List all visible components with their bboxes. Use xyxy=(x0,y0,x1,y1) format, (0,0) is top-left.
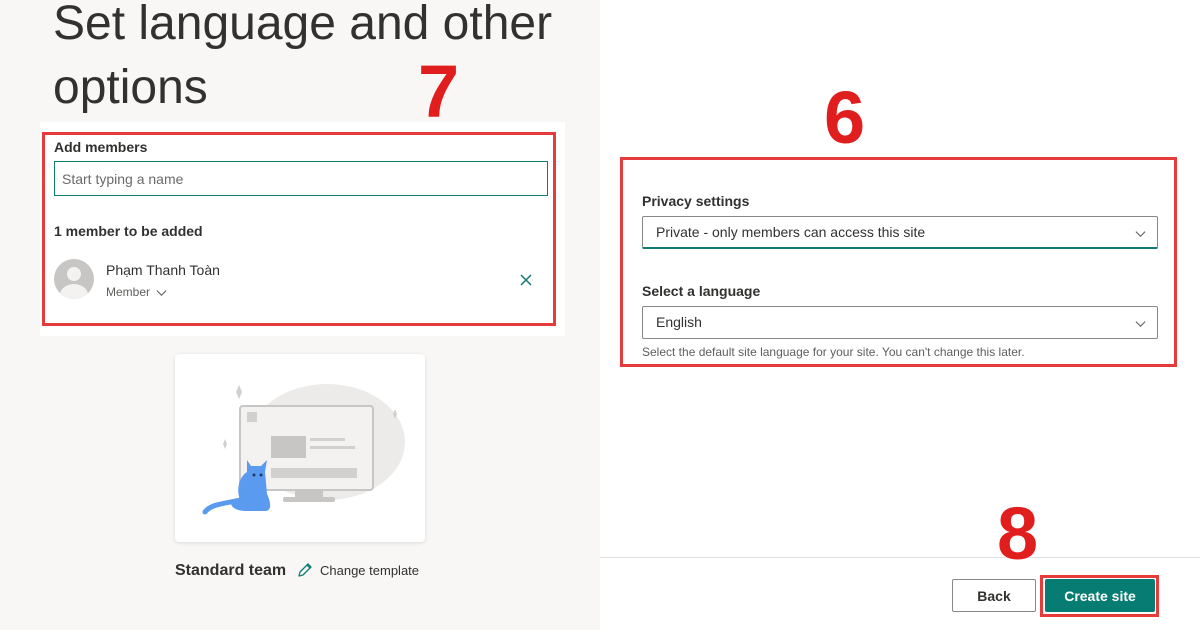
highlight-create-box xyxy=(1040,575,1159,617)
step-number-8: 8 xyxy=(997,492,1039,575)
members-count-label: 1 member to be added xyxy=(54,223,203,239)
step-number-7: 7 xyxy=(418,50,460,133)
member-name: Phạm Thanh Toàn xyxy=(106,262,220,278)
member-role-label: Member xyxy=(106,285,151,299)
change-template-link[interactable]: Change template xyxy=(320,563,419,578)
step-number-6: 6 xyxy=(824,76,866,159)
language-dropdown[interactable]: English xyxy=(642,306,1158,339)
chevron-down-icon xyxy=(156,289,167,296)
language-selected-value: English xyxy=(656,314,702,330)
member-role-dropdown[interactable]: Member xyxy=(106,285,167,299)
remove-member-icon[interactable] xyxy=(518,272,534,288)
language-help-text: Select the default site language for you… xyxy=(642,345,1025,359)
pencil-icon[interactable] xyxy=(296,561,314,579)
chevron-down-icon xyxy=(1135,321,1146,328)
template-name: Standard team xyxy=(175,562,287,579)
language-label: Select a language xyxy=(642,283,761,299)
add-members-label: Add members xyxy=(54,139,148,155)
footer-divider xyxy=(600,557,1200,558)
privacy-settings-dropdown[interactable]: Private - only members can access this s… xyxy=(642,216,1158,249)
privacy-selected-value: Private - only members can access this s… xyxy=(656,224,926,240)
template-preview-card xyxy=(175,354,425,542)
template-illustration xyxy=(202,384,405,515)
person-avatar-icon xyxy=(54,259,94,299)
privacy-settings-label: Privacy settings xyxy=(642,193,750,209)
page-title: Set language and other options xyxy=(53,0,553,114)
back-button[interactable]: Back xyxy=(952,579,1036,612)
add-members-input[interactable] xyxy=(54,161,548,196)
chevron-down-icon xyxy=(1135,231,1146,238)
